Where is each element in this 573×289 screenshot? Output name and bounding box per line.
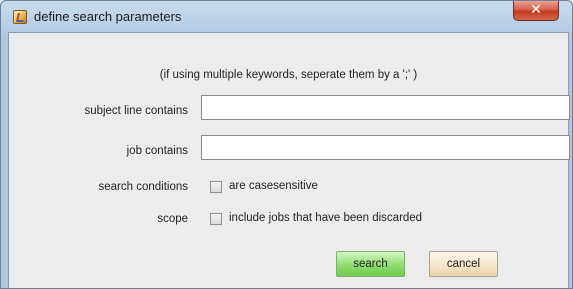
casesensitive-checkbox[interactable] bbox=[210, 181, 222, 193]
keywords-hint: (if using multiple keywords, seperate th… bbox=[159, 69, 418, 81]
casesensitive-label[interactable]: are casesensitive bbox=[229, 180, 318, 192]
window-title: define search parameters bbox=[34, 9, 182, 24]
cancel-button[interactable]: cancel bbox=[429, 251, 498, 277]
title-bar[interactable]: define search parameters ✕ bbox=[1, 1, 572, 33]
dialog-content: (if using multiple keywords, seperate th… bbox=[8, 32, 570, 288]
scope-label: scope bbox=[157, 213, 188, 225]
close-icon: ✕ bbox=[530, 2, 542, 18]
search-conditions-label: search conditions bbox=[98, 181, 189, 193]
close-button[interactable]: ✕ bbox=[513, 1, 559, 21]
include-discarded-label[interactable]: include jobs that have been discarded bbox=[229, 212, 422, 224]
job-contains-input[interactable] bbox=[201, 135, 570, 160]
job-contains-label: job contains bbox=[126, 145, 188, 157]
java-app-icon bbox=[13, 10, 27, 24]
dialog-window: define search parameters ✕ (if using mul… bbox=[0, 0, 573, 289]
search-button[interactable]: search bbox=[336, 251, 405, 277]
subject-line-input[interactable] bbox=[201, 95, 570, 120]
subject-line-label: subject line contains bbox=[84, 105, 188, 117]
include-discarded-checkbox[interactable] bbox=[210, 213, 222, 225]
